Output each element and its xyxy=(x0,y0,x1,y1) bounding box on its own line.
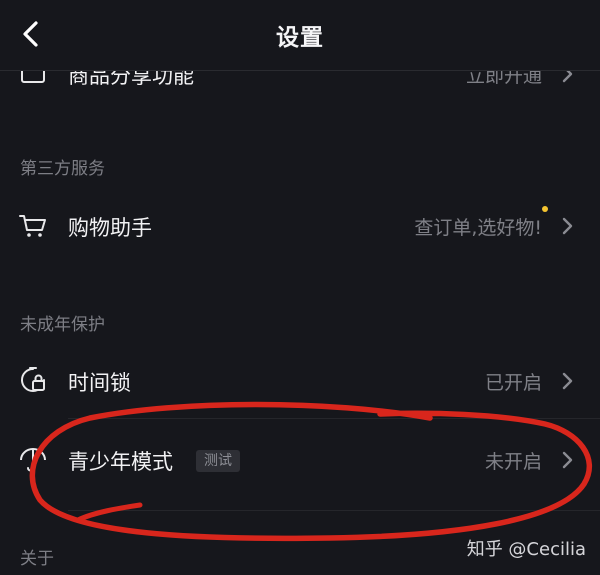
beta-badge: 测试 xyxy=(196,450,240,472)
notification-dot xyxy=(542,206,548,212)
chevron-right-icon xyxy=(562,372,573,390)
shopping-assistant-row[interactable]: 购物助手 查订单,选好物! xyxy=(0,194,600,258)
timer-lock-icon xyxy=(21,367,45,392)
section-title-about: 关于 xyxy=(20,549,54,569)
top-bar: 设置 xyxy=(0,0,600,71)
time-lock-label: 时间锁 xyxy=(68,371,131,395)
time-lock-status: 已开启 xyxy=(484,372,542,394)
umbrella-icon xyxy=(20,448,46,472)
row-divider xyxy=(68,510,600,511)
shopping-assistant-label: 购物助手 xyxy=(68,216,152,240)
chevron-right-icon xyxy=(562,217,573,235)
youth-mode-row[interactable]: 青少年模式 测试 未开启 xyxy=(0,428,600,492)
watermark: 知乎 @Cecilia xyxy=(466,539,586,560)
page-title: 设置 xyxy=(276,25,324,51)
settings-screen: 设置 商品分享功能 立即开通 第三方服务 购物助手 查订单,选好物! 未成年保护… xyxy=(0,0,600,575)
youth-mode-label: 青少年模式 xyxy=(68,450,173,474)
youth-mode-status: 未开启 xyxy=(484,451,542,473)
section-title-minor-protection: 未成年保护 xyxy=(20,315,105,335)
chevron-right-icon xyxy=(562,451,573,469)
section-title-third-party: 第三方服务 xyxy=(20,159,105,179)
shopping-cart-icon xyxy=(19,215,46,237)
shopping-assistant-value: 查订单,选好物! xyxy=(414,217,542,239)
time-lock-row[interactable]: 时间锁 已开启 xyxy=(0,349,600,413)
row-divider xyxy=(68,418,600,419)
